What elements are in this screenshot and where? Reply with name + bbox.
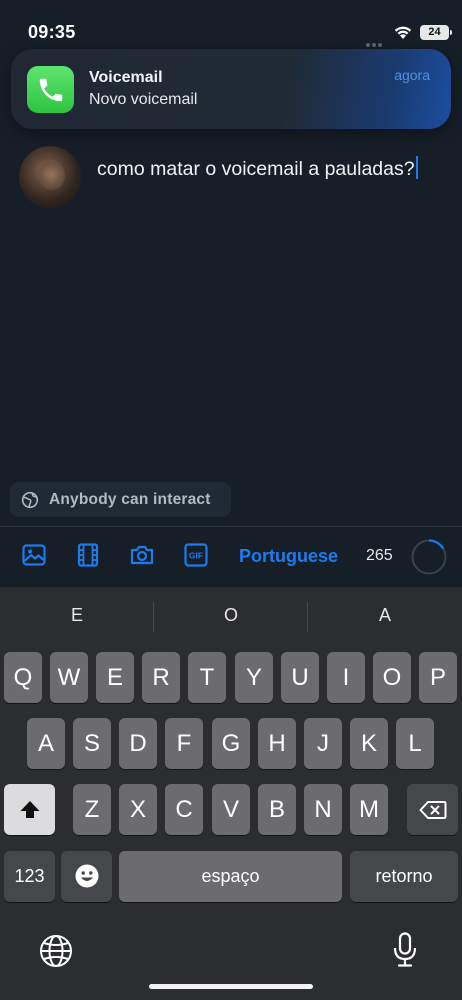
- key-g[interactable]: G: [212, 718, 250, 769]
- key-x[interactable]: X: [119, 784, 157, 835]
- key-n[interactable]: N: [304, 784, 342, 835]
- gif-label: GIF: [189, 551, 203, 561]
- compose-toolbar: GIF Portuguese 265: [0, 527, 462, 587]
- key-q[interactable]: Q: [4, 652, 42, 703]
- key-c[interactable]: C: [165, 784, 203, 835]
- character-progress-ring: [411, 539, 447, 575]
- key-z[interactable]: Z: [73, 784, 111, 835]
- backspace-icon: [419, 801, 446, 819]
- battery-icon: 24: [420, 25, 452, 40]
- key-f[interactable]: F: [165, 718, 203, 769]
- home-indicator[interactable]: [149, 984, 313, 989]
- key-v[interactable]: V: [212, 784, 250, 835]
- suggestion-3[interactable]: A: [308, 605, 462, 626]
- camera-icon[interactable]: [129, 542, 155, 568]
- compose-text: como matar o voicemail a pauladas?: [97, 158, 415, 180]
- keyboard: E O A Q W E R T Y U I O P A S D F G H J …: [0, 587, 462, 1000]
- key-i[interactable]: I: [327, 652, 365, 703]
- microphone-icon[interactable]: [392, 932, 418, 968]
- suggestion-2[interactable]: O: [154, 605, 308, 626]
- key-u[interactable]: U: [281, 652, 319, 703]
- key-h[interactable]: H: [258, 718, 296, 769]
- key-y[interactable]: Y: [235, 652, 273, 703]
- globe-icon: [21, 491, 39, 508]
- key-k[interactable]: K: [350, 718, 388, 769]
- gif-icon[interactable]: GIF: [183, 542, 209, 568]
- shift-icon: [20, 801, 39, 818]
- key-d[interactable]: D: [119, 718, 157, 769]
- text-caret: [415, 156, 418, 179]
- key-a[interactable]: A: [27, 718, 65, 769]
- status-time: 09:35: [28, 22, 76, 42]
- wifi-icon: [394, 26, 412, 39]
- key-t[interactable]: T: [188, 652, 226, 703]
- notification-title: Voicemail: [89, 69, 163, 86]
- key-b[interactable]: B: [258, 784, 296, 835]
- character-count: 265: [366, 547, 393, 564]
- compose-input[interactable]: como matar o voicemail a pauladas?: [97, 156, 418, 181]
- phone-icon: [27, 66, 74, 113]
- key-m[interactable]: M: [350, 784, 388, 835]
- key-o[interactable]: O: [373, 652, 411, 703]
- reply-settings-button[interactable]: Anybody can interact: [10, 482, 231, 517]
- space-key[interactable]: espaço: [119, 851, 342, 902]
- audience-label: Anybody can interact: [49, 490, 211, 508]
- video-icon[interactable]: [75, 542, 101, 568]
- emoji-key[interactable]: [61, 851, 112, 902]
- key-e[interactable]: E: [96, 652, 134, 703]
- shift-key[interactable]: [4, 784, 55, 835]
- backspace-key[interactable]: [407, 784, 458, 835]
- emoji-icon: [75, 864, 98, 888]
- key-j[interactable]: J: [304, 718, 342, 769]
- translate-language-button[interactable]: Portuguese: [239, 546, 338, 567]
- return-key[interactable]: retorno: [350, 851, 458, 902]
- notification-message: Novo voicemail: [89, 91, 198, 108]
- globe-keyboard-icon[interactable]: [39, 934, 73, 968]
- image-icon[interactable]: [21, 542, 47, 568]
- key-l[interactable]: L: [396, 718, 434, 769]
- numbers-key[interactable]: 123: [4, 851, 55, 902]
- notification-banner[interactable]: Voicemail Novo voicemail agora: [11, 49, 451, 129]
- avatar[interactable]: [19, 146, 81, 208]
- signal-icon: [366, 34, 388, 47]
- suggestion-1[interactable]: E: [0, 605, 154, 626]
- key-p[interactable]: P: [419, 652, 457, 703]
- key-w[interactable]: W: [50, 652, 88, 703]
- status-bar: 09:35 24: [0, 0, 462, 50]
- key-s[interactable]: S: [73, 718, 111, 769]
- key-r[interactable]: R: [142, 652, 180, 703]
- notification-time: agora: [394, 67, 430, 83]
